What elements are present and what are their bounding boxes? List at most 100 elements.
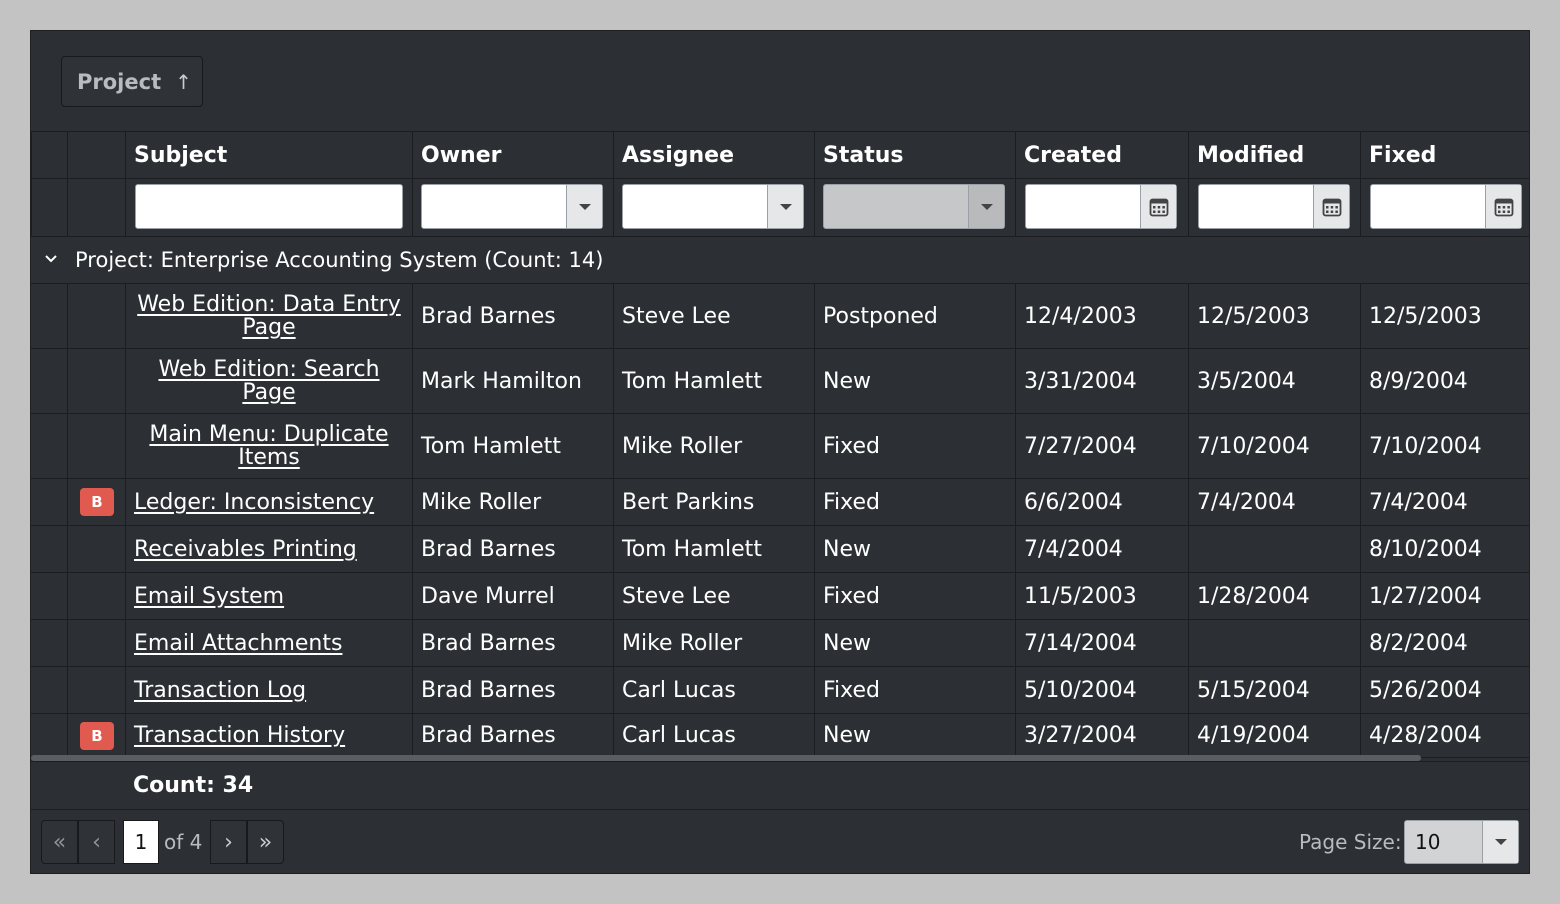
bug-badge: B	[80, 721, 114, 750]
bug-badge: B	[80, 488, 114, 516]
column-header-modified[interactable]: Modified	[1188, 132, 1360, 178]
caret-down-icon	[578, 203, 591, 210]
group-panel: Project ↑	[31, 31, 1529, 131]
subject-filter-input[interactable]	[135, 184, 403, 229]
column-header-owner[interactable]: Owner	[412, 132, 613, 178]
assignee-cell: Tom Hamlett	[613, 349, 814, 413]
first-page-button[interactable]: «	[41, 820, 78, 864]
status-cell: Postponed	[814, 284, 1015, 348]
filter-cell-owner	[412, 179, 613, 236]
row-badge-cell: B	[67, 479, 125, 525]
subject-link[interactable]: Receivables Printing	[134, 537, 357, 562]
assignee-dropdown-button[interactable]	[767, 185, 803, 228]
group-row[interactable]: Project: Enterprise Accounting System (C…	[31, 237, 1529, 284]
subject-link[interactable]: Web Edition: Search Page	[136, 358, 402, 404]
assignee-filter-dropdown[interactable]	[622, 184, 804, 229]
status-cell: Fixed	[814, 414, 1015, 478]
column-header-created[interactable]: Created	[1015, 132, 1188, 178]
column-header-fixed[interactable]: Fixed	[1360, 132, 1529, 178]
table-row[interactable]: Main Menu: Duplicate Items Tom Hamlett Mik…	[31, 414, 1529, 479]
owner-cell: Tom Hamlett	[412, 414, 613, 478]
total-count: Count: 34	[133, 773, 254, 798]
subject-cell: Email Attachments	[125, 620, 412, 666]
chevron-down-icon[interactable]	[41, 249, 61, 269]
row-indent	[31, 573, 67, 619]
table-row[interactable]: Web Edition: Data Entry Page Brad Barnes S…	[31, 284, 1529, 349]
fixed-cell: 4/28/2004	[1360, 714, 1529, 757]
table-row[interactable]: B Transaction History Brad Barnes Carl Luca…	[31, 714, 1529, 758]
modified-filter-date[interactable]	[1198, 184, 1350, 229]
last-page-button[interactable]: »	[247, 820, 284, 864]
page-size-dropdown[interactable]: 10	[1404, 820, 1519, 864]
subject-link[interactable]: Transaction History	[134, 723, 345, 748]
modified-cell: 7/4/2004	[1188, 479, 1360, 525]
assignee-cell: Carl Lucas	[613, 714, 814, 757]
modified-cell: 4/19/2004	[1188, 714, 1360, 757]
subject-cell: Ledger: Inconsistency	[125, 479, 412, 525]
page-size-label: Page Size:	[1299, 830, 1402, 854]
header-row: Subject Owner Assignee Status Created Mo…	[31, 131, 1529, 179]
chevron-left-icon: ‹	[92, 829, 101, 855]
double-chevron-right-icon: »	[258, 829, 273, 855]
fixed-calendar-button[interactable]	[1485, 185, 1521, 228]
subject-cell: Transaction Log	[125, 667, 412, 713]
created-calendar-button[interactable]	[1140, 185, 1176, 228]
modified-calendar-button[interactable]	[1313, 185, 1349, 228]
filter-cell-fixed	[1360, 179, 1529, 236]
status-filter-dropdown[interactable]	[823, 184, 1005, 229]
modified-cell: 3/5/2004	[1188, 349, 1360, 413]
row-badge-cell: B	[67, 714, 125, 757]
status-cell: Fixed	[814, 573, 1015, 619]
column-header-subject[interactable]: Subject	[125, 132, 412, 178]
subject-link[interactable]: Ledger: Inconsistency	[134, 490, 374, 515]
owner-dropdown-button[interactable]	[566, 185, 602, 228]
table-row[interactable]: Transaction Log Brad Barnes Carl Lucas Fixe…	[31, 667, 1529, 714]
fixed-filter-date[interactable]	[1370, 184, 1522, 229]
subject-link[interactable]: Email Attachments	[134, 631, 342, 656]
created-cell: 3/27/2004	[1015, 714, 1188, 757]
column-header-status[interactable]: Status	[814, 132, 1015, 178]
fixed-cell: 8/9/2004	[1360, 349, 1529, 413]
subject-link[interactable]: Main Menu: Duplicate Items	[136, 423, 402, 469]
table-row[interactable]: Email System Dave Murrel Steve Lee Fixed 11/…	[31, 573, 1529, 620]
created-cell: 7/27/2004	[1015, 414, 1188, 478]
row-badge-cell	[67, 414, 125, 478]
created-cell: 11/5/2003	[1015, 573, 1188, 619]
subject-cell: Transaction History	[125, 714, 412, 757]
modified-cell: 12/5/2003	[1188, 284, 1360, 348]
column-header-assignee[interactable]: Assignee	[613, 132, 814, 178]
assignee-cell: Steve Lee	[613, 284, 814, 348]
table-row[interactable]: Web Edition: Search Page Mark Hamilton Tom…	[31, 349, 1529, 414]
owner-cell: Brad Barnes	[412, 284, 613, 348]
created-filter-date[interactable]	[1025, 184, 1177, 229]
table-row[interactable]: Receivables Printing Brad Barnes Tom Hamle…	[31, 526, 1529, 573]
created-cell: 7/14/2004	[1015, 620, 1188, 666]
fixed-cell: 5/26/2004	[1360, 667, 1529, 713]
summary-row: Count: 34	[31, 761, 1529, 809]
fixed-cell: 1/27/2004	[1360, 573, 1529, 619]
table-row[interactable]: Email Attachments Brad Barnes Mike Roller N…	[31, 620, 1529, 667]
group-chip-project[interactable]: Project ↑	[61, 56, 203, 107]
double-chevron-left-icon: «	[52, 829, 67, 855]
owner-cell: Brad Barnes	[412, 714, 613, 757]
next-page-button[interactable]: ›	[210, 820, 247, 864]
subject-link[interactable]: Web Edition: Data Entry Page	[136, 293, 402, 339]
status-dropdown-button[interactable]	[968, 185, 1004, 228]
prev-page-button[interactable]: ‹	[78, 820, 115, 864]
modified-cell	[1188, 620, 1360, 666]
modified-cell: 7/10/2004	[1188, 414, 1360, 478]
subject-link[interactable]: Email System	[134, 584, 284, 609]
subject-cell: Main Menu: Duplicate Items	[125, 414, 412, 478]
caret-down-icon	[779, 203, 792, 210]
row-badge-cell	[67, 349, 125, 413]
page-number-input[interactable]: 1	[123, 820, 159, 864]
page-size-dropdown-button[interactable]	[1482, 821, 1518, 863]
row-indent	[31, 667, 67, 713]
subject-link[interactable]: Transaction Log	[134, 678, 306, 703]
calendar-icon	[1322, 198, 1341, 216]
row-indent	[31, 414, 67, 478]
owner-filter-dropdown[interactable]	[421, 184, 603, 229]
subject-cell: Receivables Printing	[125, 526, 412, 572]
caret-down-icon	[980, 203, 993, 210]
table-row[interactable]: B Ledger: Inconsistency Mike Roller Bert Pa…	[31, 479, 1529, 526]
